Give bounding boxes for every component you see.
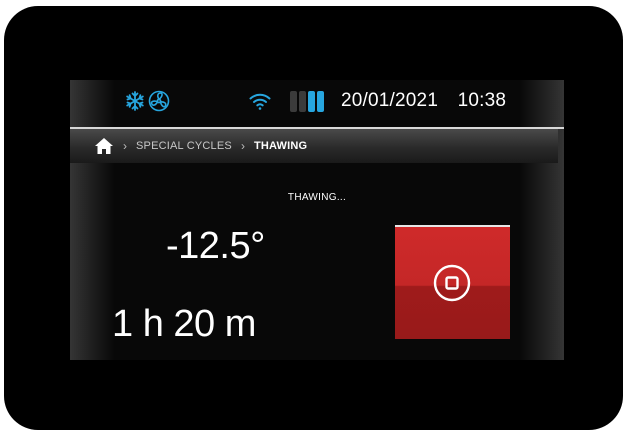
home-icon[interactable]	[94, 137, 114, 155]
wifi-icon	[248, 90, 272, 112]
fan-icon	[148, 90, 170, 112]
battery-cell	[317, 91, 324, 112]
snowflake-icon	[124, 90, 146, 112]
stop-button[interactable]	[395, 225, 510, 339]
chevron-right-icon: ›	[123, 139, 127, 153]
breadcrumb: › SPECIAL CYCLES › THAWING	[70, 129, 558, 163]
battery-cell	[308, 91, 315, 112]
battery-indicator	[290, 91, 324, 112]
cycle-status-text: THAWING...	[287, 192, 347, 203]
date-label: 20/01/2021	[341, 90, 439, 111]
chevron-right-icon: ›	[240, 139, 245, 153]
breadcrumb-item-thawing: THAWING	[253, 140, 308, 152]
device-bezel: 20/01/2021 10:38 › SPECIAL CYCLES › THAW…	[4, 6, 623, 430]
breadcrumb-item-special-cycles[interactable]: SPECIAL CYCLES	[136, 140, 232, 152]
remaining-time-readout: 1 h 20 m	[112, 303, 256, 345]
stop-icon	[433, 264, 471, 302]
time-label: 10:38	[457, 90, 507, 111]
temperature-readout: -12.5°	[166, 225, 265, 267]
status-bar: 20/01/2021 10:38	[70, 80, 564, 124]
battery-cell	[290, 91, 297, 112]
display-screen: 20/01/2021 10:38 › SPECIAL CYCLES › THAW…	[70, 80, 564, 360]
battery-cell	[299, 91, 306, 112]
date-time: 20/01/2021 10:38	[341, 90, 506, 112]
